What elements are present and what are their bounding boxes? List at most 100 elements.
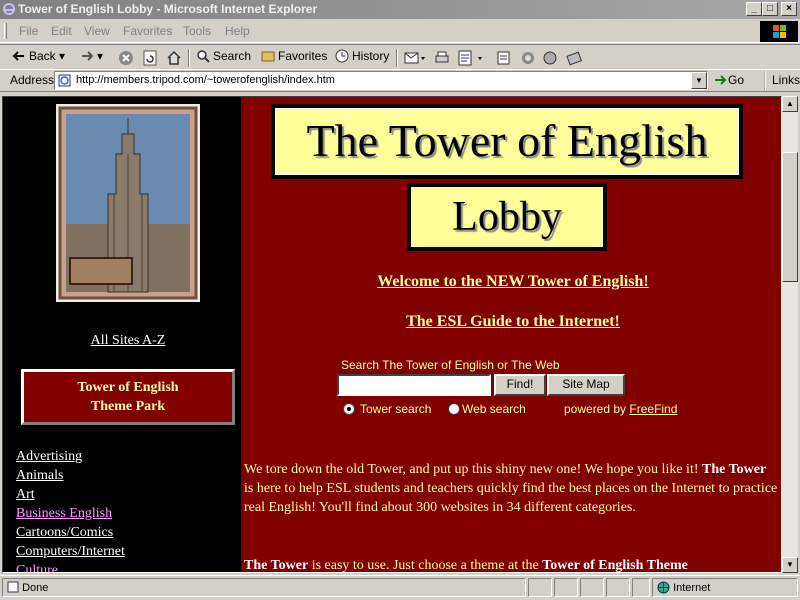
go-arrow-icon	[715, 75, 727, 85]
menu-view[interactable]: View	[84, 24, 110, 38]
status-cell	[632, 578, 650, 597]
history-button[interactable]: History	[335, 49, 389, 67]
category-list: Advertising Animals Art Business English…	[16, 447, 125, 572]
site-search-input[interactable]	[337, 374, 491, 396]
windows-logo-icon	[760, 21, 798, 42]
category-link[interactable]: Computers/Internet	[16, 542, 125, 561]
menu-help[interactable]: Help	[225, 24, 250, 38]
category-link[interactable]: Culture	[16, 561, 125, 572]
forward-arrow-icon	[82, 51, 94, 61]
edit-page-icon[interactable]	[458, 49, 486, 67]
status-cell	[554, 578, 578, 597]
page-viewport: All Sites A-Z Tower of English Theme Par…	[2, 96, 782, 573]
scroll-thumb[interactable]	[782, 152, 798, 282]
back-arrow-icon	[12, 51, 24, 61]
back-label: Back	[29, 49, 56, 63]
forward-button[interactable]: ▾	[80, 49, 103, 67]
usage-text-b: is easy to use. Just choose a theme at t…	[308, 558, 543, 573]
internet-globe-icon	[657, 581, 670, 594]
window-title: Tower of English Lobby - Microsoft Inter…	[18, 2, 318, 16]
intro-text-c: is here to help ESL students and teacher…	[244, 481, 778, 515]
theme-park-button[interactable]: Tower of English Theme Park	[21, 369, 235, 425]
status-text: Done	[22, 582, 49, 594]
zone-label: Internet	[673, 582, 711, 594]
address-bar: Address http://members.tripod.com/~tower…	[0, 70, 800, 92]
discuss-icon[interactable]	[496, 49, 512, 67]
title-bar: Tower of English Lobby - Microsoft Inter…	[0, 0, 800, 19]
address-dropdown-icon[interactable]: ▼	[691, 72, 707, 89]
scroll-up-icon[interactable]: ▲	[782, 96, 798, 112]
category-link[interactable]: Business English	[16, 504, 125, 523]
site-map-button[interactable]: Site Map	[547, 374, 625, 396]
tower-search-label: Tower search	[360, 402, 432, 416]
close-button[interactable]: ×	[781, 2, 797, 16]
history-clock-icon	[335, 49, 349, 63]
status-bar: Done Internet	[0, 575, 800, 600]
menu-bar: File Edit View Favorites Tools Help	[0, 19, 800, 43]
welcome-link[interactable]: Welcome to the NEW Tower of English!	[243, 273, 781, 291]
intro-text-bold: The Tower	[702, 462, 767, 477]
tower-logo-image[interactable]	[56, 104, 200, 302]
status-cell	[606, 578, 630, 597]
intro-text-a: We tore down the old Tower, and put up t…	[244, 462, 702, 477]
stop-icon[interactable]	[118, 49, 134, 67]
status-text-cell: Done	[2, 578, 526, 597]
intro-paragraph: We tore down the old Tower, and put up t…	[244, 460, 779, 517]
menubar-grip	[4, 23, 7, 39]
maximize-button[interactable]: □	[762, 2, 778, 16]
all-sites-link[interactable]: All Sites A-Z	[3, 333, 253, 349]
favorites-label: Favorites	[278, 49, 328, 63]
mail-icon[interactable]	[404, 49, 426, 67]
scroll-down-icon[interactable]: ▼	[782, 557, 798, 573]
category-link[interactable]: Advertising	[16, 447, 125, 466]
search-icon	[197, 50, 210, 63]
search-label: Search The Tower of English or The Web	[341, 358, 560, 372]
web-search-label: Web search	[462, 402, 526, 416]
powered-by-text: powered by	[564, 402, 627, 416]
real-guide-icon[interactable]	[542, 49, 558, 67]
category-link[interactable]: Animals	[16, 466, 125, 485]
print-icon[interactable]	[434, 49, 450, 67]
lobby-banner: Lobby	[407, 183, 607, 251]
menu-file[interactable]: File	[19, 24, 38, 38]
theme-park-line1: Tower of English	[77, 380, 179, 395]
menu-favorites[interactable]: Favorites	[123, 24, 172, 38]
page-icon	[58, 74, 71, 87]
ie-logo-icon	[3, 3, 15, 15]
status-cell	[528, 578, 552, 597]
toolbar: Back ▾ ▾ Search Favorites History	[0, 44, 800, 70]
refresh-icon[interactable]	[142, 49, 158, 67]
esl-guide-link[interactable]: The ESL Guide to the Internet!	[243, 313, 781, 331]
page-done-icon	[7, 581, 19, 593]
address-url: http://members.tripod.com/~towerofenglis…	[76, 74, 335, 86]
history-label: History	[352, 49, 390, 63]
menu-tools[interactable]: Tools	[183, 24, 211, 38]
toolbar-separator	[188, 49, 190, 67]
find-button[interactable]: Find!	[494, 374, 546, 396]
menu-edit[interactable]: Edit	[51, 24, 72, 38]
powered-by: powered by FreeFind	[564, 402, 677, 416]
usage-text-bold: The Tower	[244, 558, 309, 573]
vertical-scrollbar[interactable]: ▲ ▼	[782, 96, 798, 573]
links-button[interactable]: Links	[764, 71, 800, 90]
minimize-button[interactable]: _	[746, 2, 762, 16]
search-label: Search	[213, 49, 252, 63]
freefind-link[interactable]: FreeFind	[629, 402, 677, 416]
back-button[interactable]: Back ▾	[12, 49, 65, 67]
cd-icon[interactable]	[566, 49, 582, 67]
go-label: Go	[728, 73, 745, 87]
search-button[interactable]: Search	[196, 49, 251, 67]
home-icon[interactable]	[166, 49, 182, 67]
toolbar-separator	[396, 49, 398, 67]
category-link[interactable]: Art	[16, 485, 125, 504]
go-button[interactable]: Go	[714, 73, 744, 87]
usage-paragraph: The Tower is easy to use. Just choose a …	[244, 556, 779, 573]
category-link[interactable]: Cartoons/Comics	[16, 523, 125, 542]
tower-search-radio[interactable]	[343, 403, 355, 415]
favorites-folder-icon	[261, 51, 275, 62]
status-cell	[580, 578, 604, 597]
web-search-radio[interactable]	[448, 403, 460, 415]
address-input[interactable]: http://members.tripod.com/~towerofenglis…	[54, 71, 708, 90]
favorites-button[interactable]: Favorites	[261, 49, 327, 67]
messenger-icon[interactable]	[520, 49, 536, 67]
